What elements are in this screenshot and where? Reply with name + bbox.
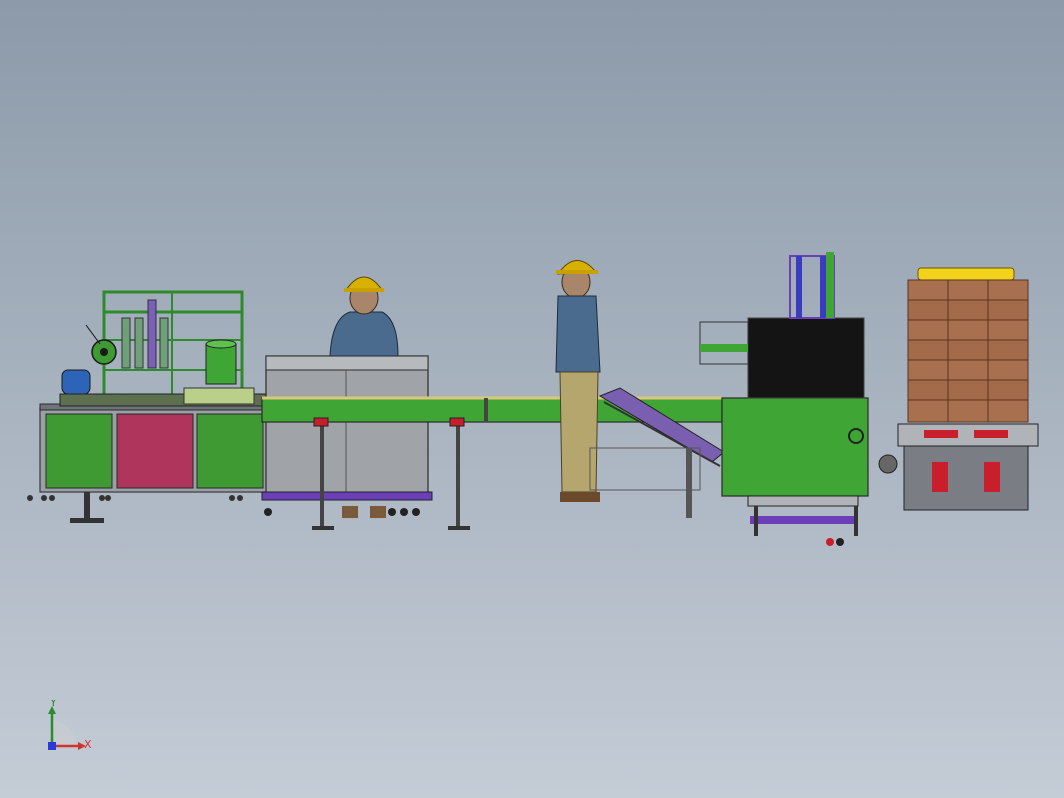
filling-nozzles (121, 299, 169, 369)
inspection-table[interactable] (261, 355, 433, 516)
base-panel-green-right (196, 413, 264, 489)
case-packer[interactable] (699, 252, 869, 546)
graphics-viewport[interactable]: Y X (0, 0, 1064, 798)
product-tank (205, 343, 237, 385)
z-axis (48, 742, 56, 750)
base-panel-red (116, 413, 194, 489)
coordinate-triad: Y X (48, 700, 92, 751)
packer-hood-screen (747, 317, 865, 399)
cad-3d-model-view[interactable] (0, 0, 1064, 798)
filling-machine-legs (27, 492, 243, 523)
x-axis-label: X (84, 738, 92, 751)
operator-figure-standing (555, 260, 601, 502)
y-axis-label: Y (49, 700, 57, 709)
blue-motor (61, 369, 91, 395)
base-panel-green-left (45, 413, 113, 489)
carton-stack (907, 279, 1029, 423)
palletizer[interactable] (878, 267, 1039, 511)
filling-machine[interactable] (27, 290, 271, 523)
